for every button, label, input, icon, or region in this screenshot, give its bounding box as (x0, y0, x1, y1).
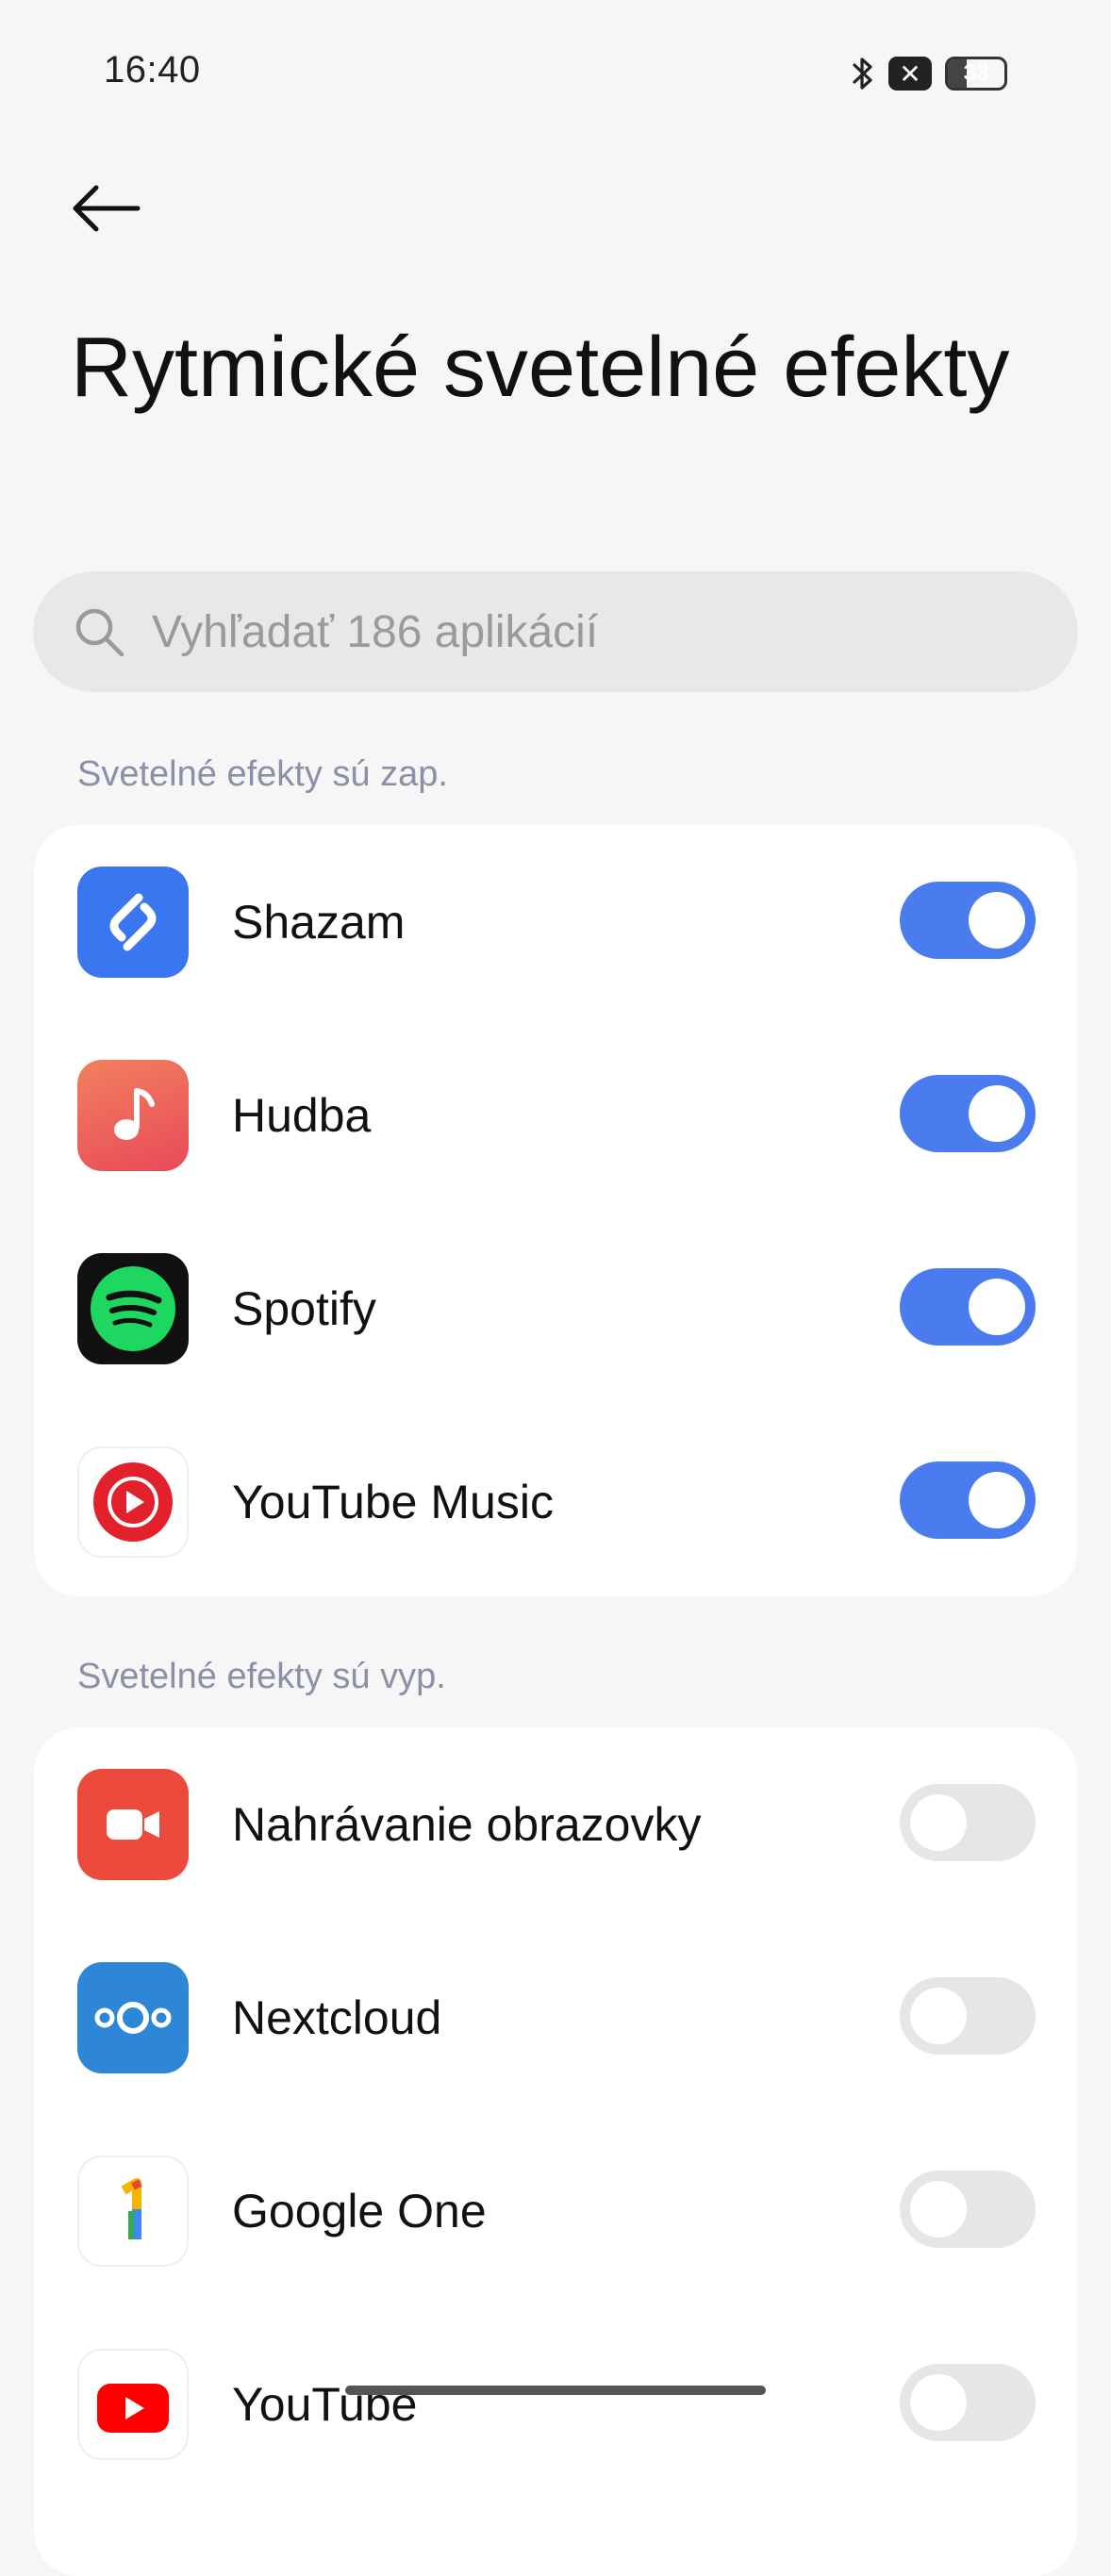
toggle-knob (910, 1794, 967, 1851)
shazam-icon (77, 867, 189, 978)
x-badge-icon: ✕ (888, 57, 932, 91)
search-icon (69, 602, 129, 662)
page-title: Rytmické svetelné efekty (71, 321, 1010, 415)
bluetooth-icon (851, 55, 875, 92)
spotify-icon (77, 1253, 189, 1364)
app-name: Nextcloud (232, 1991, 442, 2044)
list-item-screen-recorder[interactable]: Nahrávanie obrazovky (34, 1727, 1077, 1921)
list-item-shazam[interactable]: Shazam (34, 825, 1077, 1018)
section-label-on: Svetelné efekty sú zap. (77, 754, 448, 794)
toggle-knob (969, 892, 1025, 949)
battery-level: 33 (963, 60, 989, 86)
list-item-spotify[interactable]: Spotify (34, 1212, 1077, 1405)
back-button[interactable] (70, 175, 155, 241)
list-item-nextcloud[interactable]: Nextcloud (34, 1921, 1077, 2114)
list-item-hudba[interactable]: Hudba (34, 1018, 1077, 1212)
google-one-icon (77, 2155, 189, 2267)
toggle-knob (969, 1085, 1025, 1142)
app-name: Shazam (232, 896, 406, 949)
youtube-music-icon (77, 1446, 189, 1558)
toggle-switch[interactable] (900, 2364, 1036, 2441)
toggle-switch[interactable] (900, 1977, 1036, 2055)
app-name: Spotify (232, 1282, 376, 1335)
section-label-off: Svetelné efekty sú vyp. (77, 1657, 446, 1696)
app-name: Nahrávanie obrazovky (232, 1798, 702, 1851)
nextcloud-icon (77, 1962, 189, 2073)
screen-recorder-icon (77, 1769, 189, 1880)
toggle-switch[interactable] (900, 1784, 1036, 1861)
list-item-google-one[interactable]: Google One (34, 2114, 1077, 2307)
status-icons: ✕ 33 (851, 53, 1007, 94)
status-time: 16:40 (104, 49, 201, 91)
toggle-knob (969, 1472, 1025, 1528)
apps-on-card: Shazam Hudba Spotify YouTube Music (34, 825, 1077, 1596)
app-name: Google One (232, 2185, 487, 2237)
apps-off-card: Nahrávanie obrazovky Nextcloud Google On… (34, 1727, 1077, 2576)
battery-icon: 33 (945, 57, 1007, 91)
toggle-switch[interactable] (900, 882, 1036, 959)
search-bar[interactable] (33, 571, 1078, 692)
list-item-youtube-music[interactable]: YouTube Music (34, 1405, 1077, 1598)
music-note-icon (77, 1060, 189, 1171)
home-indicator[interactable] (345, 2386, 766, 2395)
youtube-icon (77, 2349, 189, 2460)
toggle-switch[interactable] (900, 2171, 1036, 2248)
search-input[interactable] (150, 604, 1003, 659)
toggle-knob (910, 1988, 967, 2044)
arrow-left-icon (73, 185, 141, 232)
status-bar: 16:40 ✕ 33 (0, 0, 1111, 151)
toggle-switch[interactable] (900, 1268, 1036, 1346)
toggle-knob (969, 1279, 1025, 1335)
toggle-switch[interactable] (900, 1461, 1036, 1539)
app-name: YouTube Music (232, 1476, 554, 1528)
toggle-switch[interactable] (900, 1075, 1036, 1152)
app-name: Hudba (232, 1089, 372, 1142)
list-item-youtube[interactable]: YouTube (34, 2307, 1077, 2501)
toggle-knob (910, 2181, 967, 2237)
toggle-knob (910, 2374, 967, 2431)
